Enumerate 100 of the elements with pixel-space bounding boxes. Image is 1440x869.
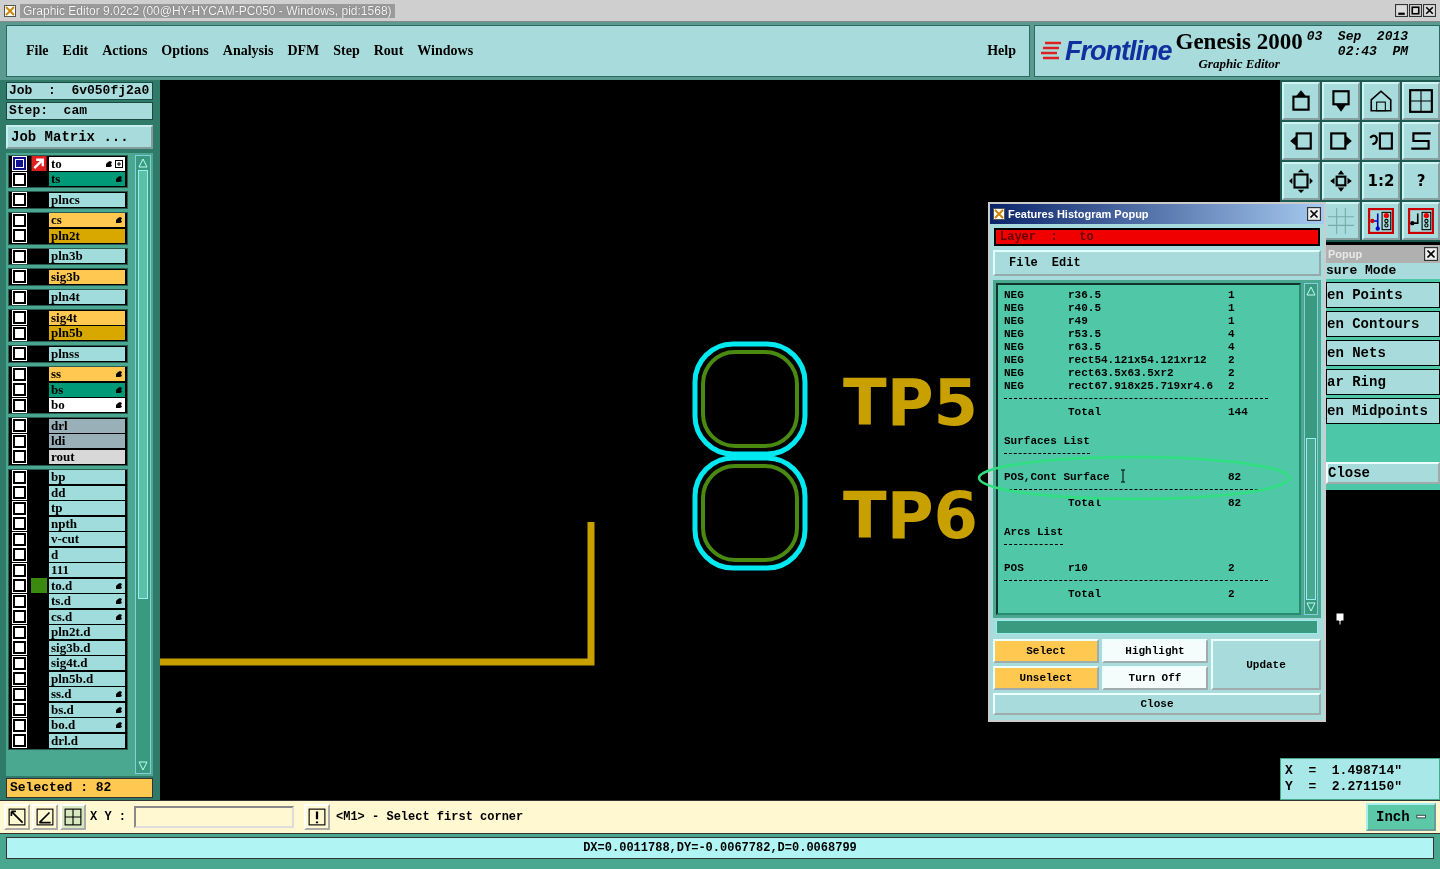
mode-header: sure Mode (1326, 263, 1440, 279)
table-cell-text: 82 (1228, 470, 1243, 483)
layer-item[interactable]: d (49, 547, 125, 562)
toolbar-button[interactable]: 1:2 (1362, 162, 1400, 200)
popup-button[interactable]: Turn Off (1102, 666, 1208, 690)
close-button[interactable]: Close (1326, 462, 1440, 484)
table-cell-text: 2 (1228, 379, 1236, 392)
xy-label: X Y : (90, 810, 126, 824)
layer-item[interactable]: ts (49, 172, 125, 187)
popup-button[interactable]: Unselect (993, 666, 1099, 690)
layer-item[interactable]: to (49, 156, 125, 171)
layer-item[interactable]: pln2t.d (49, 625, 125, 640)
table-cell-text: NEG (1004, 314, 1025, 327)
menu-item[interactable]: Analysis (215, 40, 281, 62)
layer-item[interactable]: bs (49, 382, 125, 397)
step-field: Step: cam (6, 102, 153, 120)
mode-button[interactable]: en Nets (1326, 340, 1440, 366)
layer-item[interactable]: pln5b (49, 326, 125, 341)
menu-item[interactable]: Actions (95, 40, 155, 62)
layer-item[interactable]: bo (49, 398, 125, 413)
layer-item[interactable]: cs (49, 213, 125, 228)
mode-button[interactable]: en Midpoints (1326, 398, 1440, 424)
product-subtitle: Graphic Editor (1198, 55, 1280, 73)
layer-item[interactable]: plnss (49, 346, 125, 361)
layer-item[interactable]: pln3b (49, 249, 125, 264)
layer-item[interactable]: ss.d (49, 687, 125, 702)
job-matrix-button[interactable]: Job Matrix ... (6, 125, 153, 149)
menu-item[interactable]: Edit (1051, 256, 1081, 270)
table-cell-text: rect63.5x63.5xr2 (1068, 366, 1175, 379)
selected-count: Selected : 82 (6, 778, 153, 798)
table-cell-text: 144 (1228, 405, 1249, 418)
menu-item[interactable]: Step (326, 40, 367, 62)
layer-item[interactable]: pln5b.d (49, 671, 125, 686)
window-title: Graphic Editor 9.02c2 (00@HY-HYCAM-PC050 - Windows, pid:1568) (20, 3, 395, 18)
layer-item[interactable]: dd (49, 485, 125, 500)
table-cell-text: POS (1004, 561, 1025, 574)
layer-item[interactable]: 111 (49, 563, 125, 578)
layer-field: Layer : to (994, 228, 1320, 246)
layer-item[interactable]: sig3b (49, 269, 125, 284)
menu-item[interactable]: Rout (366, 40, 411, 62)
layer-item[interactable]: rout (49, 449, 125, 464)
layer-item[interactable]: sig4t (49, 310, 125, 325)
layer-item[interactable]: drl.d (49, 733, 125, 748)
layer-item[interactable]: ldi (49, 434, 125, 449)
mode-button[interactable]: ar Ring (1326, 369, 1440, 395)
popup-button[interactable]: Select (993, 639, 1099, 663)
layer-item[interactable]: ts.d (49, 594, 125, 609)
popup-title: Features Histogram Popup (1008, 208, 1149, 220)
time-text: 02:43 PM (1337, 44, 1409, 59)
layer-item[interactable]: pln4t (49, 290, 125, 305)
layer-item[interactable]: sig4t.d (49, 656, 125, 671)
section-heading: Surfaces List (1004, 435, 1090, 454)
menu-item[interactable]: Edit (55, 40, 96, 62)
table-cell: POS,Cont Surface (1004, 470, 1110, 483)
layer-item[interactable]: bp (49, 470, 125, 485)
table-cell-text: 1 (1228, 301, 1236, 314)
layer-item[interactable]: cs.d (49, 609, 125, 624)
table-cell-text: r49 (1068, 314, 1089, 327)
layer-item[interactable]: bs.d (49, 702, 125, 717)
menu-item[interactable]: File (19, 40, 56, 62)
date-text: 03 Sep 2013 (1306, 29, 1409, 44)
table-cell-text: r40.5 (1068, 301, 1102, 314)
table-cell-text: 82 (1228, 496, 1243, 509)
mode-button[interactable]: en Contours (1326, 311, 1440, 337)
table-cell-text: NEG (1004, 366, 1025, 379)
layer-item[interactable]: ss (49, 367, 125, 382)
table-cell-text: r10 (1068, 561, 1089, 574)
layer-item[interactable]: to.d (49, 578, 125, 593)
toolbar-button[interactable]: ? (1402, 162, 1440, 200)
table-cell-text: NEG (1004, 353, 1025, 366)
help-menu[interactable]: Help (980, 40, 1023, 62)
menu-item[interactable]: Windows (410, 40, 481, 62)
menu-item[interactable]: File (1009, 256, 1038, 270)
table-cell-text: NEG (1004, 340, 1025, 353)
layer-item[interactable]: plncs (49, 192, 125, 207)
table-cell-text: r63.5 (1068, 340, 1102, 353)
pad-label: TP6 (843, 479, 979, 553)
popup-button[interactable]: Update (1211, 639, 1321, 690)
layer-item[interactable]: sig3b.d (49, 640, 125, 655)
pad-label: TP5 (843, 366, 979, 440)
layer-item[interactable]: pln2t (49, 228, 125, 243)
popup-button[interactable]: Close (993, 693, 1321, 715)
layer-item[interactable]: v-cut (49, 532, 125, 547)
units-dropdown[interactable]: Inch (1366, 803, 1436, 831)
table-cell-text: r36.5 (1068, 288, 1102, 301)
menu-item[interactable]: Options (154, 40, 216, 62)
layer-item[interactable]: npth (49, 516, 125, 531)
table-cell-text: NEG (1004, 301, 1025, 314)
layer-item[interactable]: bo.d (49, 718, 125, 733)
layer-item[interactable]: drl (49, 418, 125, 433)
layer-item[interactable]: tp (49, 501, 125, 516)
section-heading: Arcs List (1004, 526, 1064, 545)
table-cell-text: 2 (1228, 353, 1236, 366)
table-cell-text: rect54.121x54.121xr12 (1068, 353, 1208, 366)
menu-item[interactable]: DFM (280, 40, 327, 62)
table-cell-text: 4 (1228, 327, 1236, 340)
table-cell-text: rect67.918x25.719xr4.6 (1068, 379, 1215, 392)
popup-button[interactable]: Highlight (1102, 639, 1208, 663)
mode-button[interactable]: en Points (1326, 282, 1440, 308)
table-cell-text: 2 (1228, 561, 1236, 574)
